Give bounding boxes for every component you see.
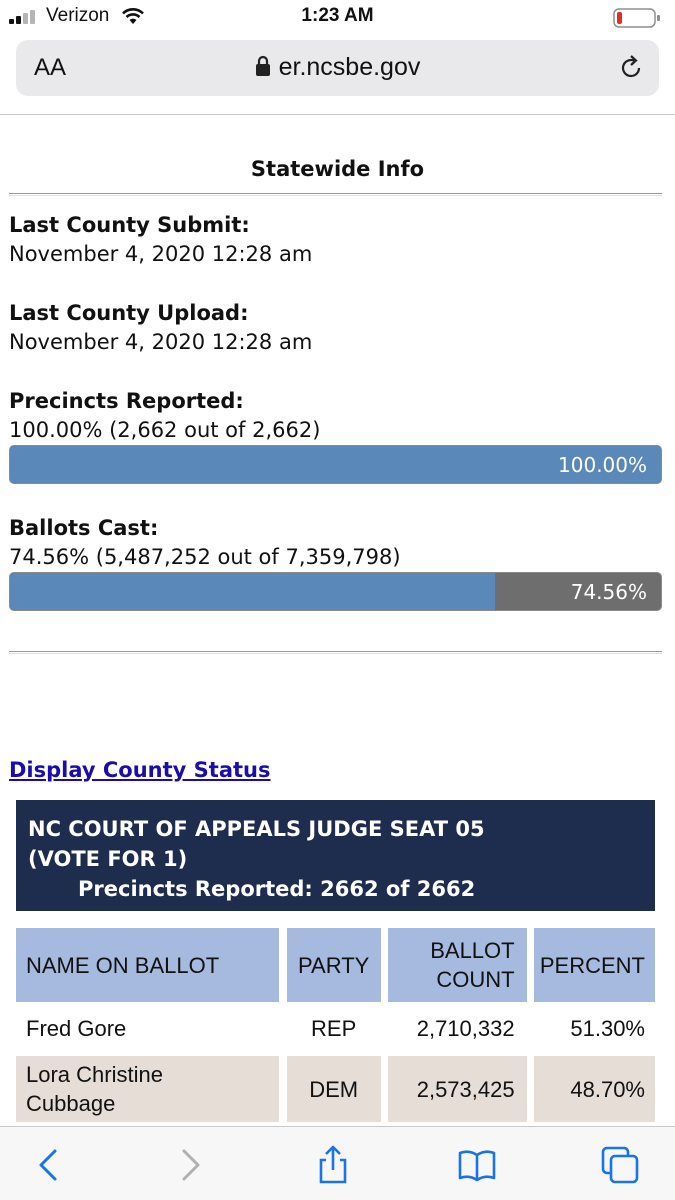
status-bar: Verizon 1:23 AM bbox=[0, 0, 675, 36]
browser-divider bbox=[0, 114, 675, 115]
precincts-progress-bar: 100.00% bbox=[9, 445, 662, 484]
column-header-party[interactable]: PARTY bbox=[286, 928, 381, 1002]
last-submit-label: Last County Submit: bbox=[9, 213, 250, 237]
ballots-progress-bar: 74.56% bbox=[9, 572, 662, 611]
reload-icon[interactable] bbox=[617, 54, 645, 82]
ballots-progress-label: 74.56% bbox=[570, 580, 647, 604]
results-table: NAME ON BALLOT PARTY BALLOT COUNT PERCEN… bbox=[16, 928, 655, 1122]
candidate-name: Lora Christine Cubbage bbox=[16, 1056, 280, 1122]
contest-header: NC COURT OF APPEALS JUDGE SEAT 05 (VOTE … bbox=[16, 800, 655, 911]
lock-icon bbox=[255, 55, 271, 77]
candidate-ballot-count: 2,573,425 bbox=[387, 1056, 527, 1122]
contest-vote-for: (VOTE FOR 1) bbox=[28, 847, 188, 871]
candidate-ballot-count: 2,710,332 bbox=[416, 1016, 515, 1041]
divider bbox=[9, 651, 662, 654]
precincts-reported-label: Precincts Reported: bbox=[9, 389, 244, 413]
url-display[interactable]: er.ncsbe.gov bbox=[16, 53, 659, 82]
last-upload-label: Last County Upload: bbox=[9, 301, 249, 325]
candidate-name: Fred Gore bbox=[26, 1016, 127, 1041]
battery-icon bbox=[613, 8, 660, 28]
share-icon[interactable] bbox=[313, 1145, 353, 1185]
bookmarks-icon[interactable] bbox=[457, 1145, 497, 1185]
contest-title: NC COURT OF APPEALS JUDGE SEAT 05 bbox=[28, 817, 485, 841]
table-row: Lora Christine Cubbage DEM 2,573,425 48.… bbox=[16, 1056, 655, 1122]
ballots-progress-fill bbox=[10, 573, 496, 610]
display-county-status-link[interactable]: Display County Status bbox=[9, 758, 271, 782]
ballots-cast-label: Ballots Cast: bbox=[9, 516, 159, 540]
section-title: Statewide Info bbox=[250, 157, 425, 181]
address-bar[interactable]: AA er.ncsbe.gov bbox=[16, 40, 659, 96]
contest-precincts-reported: Precincts Reported: 2662 of 2662 bbox=[78, 877, 476, 901]
divider bbox=[9, 193, 662, 196]
table-row: Fred Gore REP 2,710,332 51.30% bbox=[16, 1002, 655, 1056]
back-icon[interactable] bbox=[29, 1145, 69, 1185]
candidate-party: REP bbox=[311, 1016, 357, 1041]
browser-toolbar bbox=[0, 1126, 675, 1200]
forward-icon[interactable] bbox=[170, 1145, 210, 1185]
status-time: 1:23 AM bbox=[301, 5, 374, 26]
last-submit-value: November 4, 2020 12:28 am bbox=[9, 242, 313, 266]
results-header-row: NAME ON BALLOT PARTY BALLOT COUNT PERCEN… bbox=[16, 928, 655, 1002]
precincts-reported-value: 100.00% (2,662 out of 2,662) bbox=[9, 418, 321, 442]
last-upload-value: November 4, 2020 12:28 am bbox=[9, 330, 313, 354]
column-header-name[interactable]: NAME ON BALLOT bbox=[16, 928, 280, 1002]
url-text: er.ncsbe.gov bbox=[278, 53, 421, 81]
ballots-cast-value: 74.56% (5,487,252 out of 7,359,798) bbox=[9, 545, 401, 569]
candidate-percent: 48.70% bbox=[533, 1056, 655, 1122]
column-header-ballot-count[interactable]: BALLOT COUNT bbox=[387, 928, 527, 1002]
column-header-percent[interactable]: PERCENT bbox=[533, 928, 655, 1002]
candidate-party: DEM bbox=[286, 1056, 381, 1122]
candidate-percent: 51.30% bbox=[570, 1016, 645, 1041]
tabs-icon[interactable] bbox=[600, 1145, 640, 1185]
precincts-progress-label: 100.00% bbox=[558, 453, 647, 477]
